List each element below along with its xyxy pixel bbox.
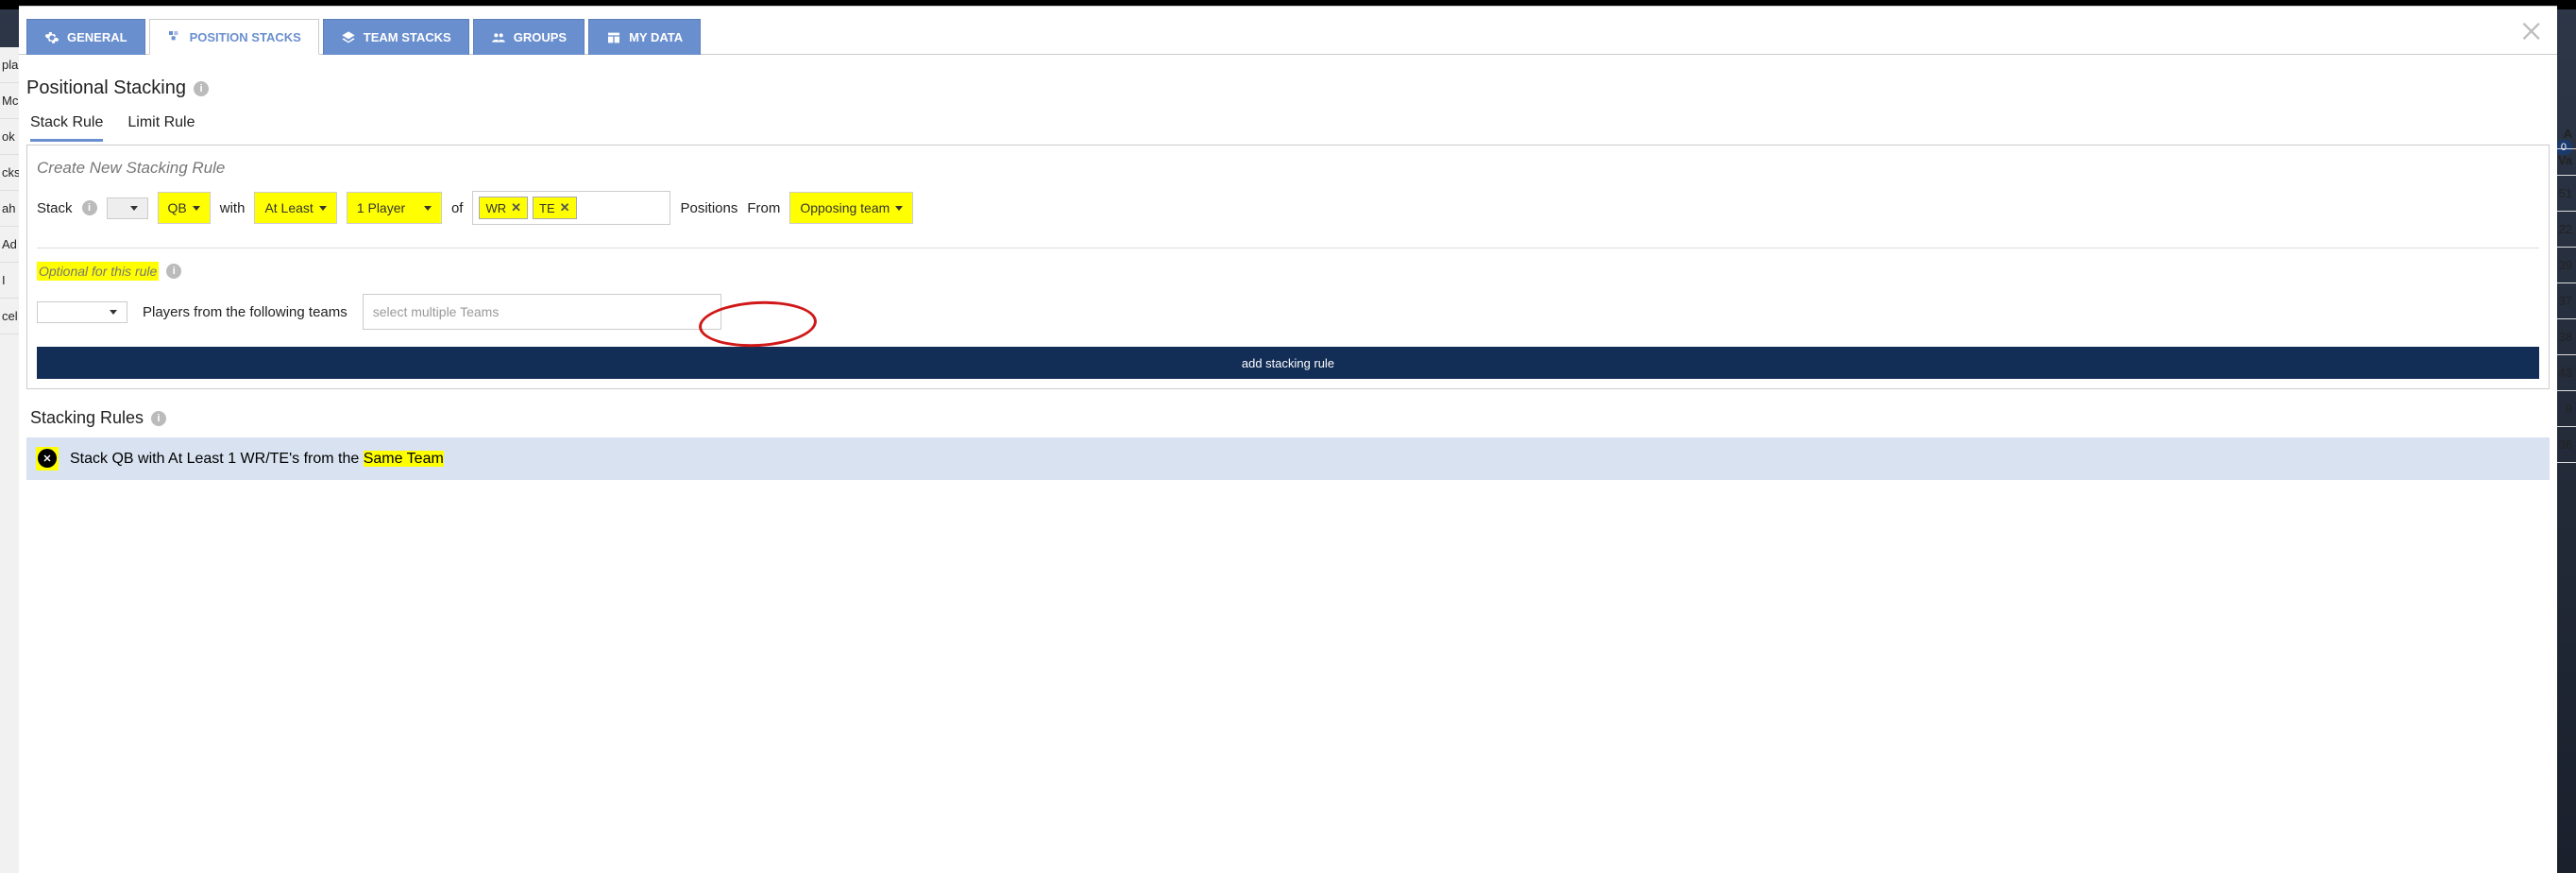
positions-label: Positions xyxy=(680,200,737,216)
rule-row-main: Stack i QB with At Least 1 Player of WR ✕… xyxy=(37,191,2539,242)
teams-mode-dropdown[interactable] xyxy=(37,301,127,323)
delete-rule-button[interactable] xyxy=(38,449,57,468)
atleast-dd-value: At Least xyxy=(264,200,313,215)
count-dropdown[interactable]: 1 Player xyxy=(347,192,442,224)
qb-dd-value: QB xyxy=(168,200,187,215)
gear-icon xyxy=(44,30,59,45)
token-remove-icon[interactable]: ✕ xyxy=(511,200,521,215)
add-btn-label: add stacking rule xyxy=(1242,356,1334,370)
tab-position-stacks[interactable]: POSITION STACKS xyxy=(149,19,319,55)
section-title-text: Positional Stacking xyxy=(26,77,186,99)
tab-label: GENERAL xyxy=(67,30,127,44)
of-label: of xyxy=(451,200,464,216)
info-icon[interactable]: i xyxy=(151,411,166,426)
subtab-limit-rule[interactable]: Limit Rule xyxy=(127,111,195,142)
people-icon xyxy=(491,30,506,45)
qb-dropdown[interactable]: QB xyxy=(158,192,211,224)
position-token-wr: WR ✕ xyxy=(479,197,528,219)
tab-team-stacks[interactable]: TEAM STACKS xyxy=(323,19,469,55)
teams-label: Players from the following teams xyxy=(143,304,347,320)
rule-text-highlight: Same Team xyxy=(364,451,444,467)
teams-row: Players from the following teams select … xyxy=(37,294,2539,347)
info-icon[interactable]: i xyxy=(82,200,97,215)
info-icon[interactable]: i xyxy=(194,81,209,96)
chevron-down-icon xyxy=(193,206,200,211)
existing-rule-item: Stack QB with At Least 1 WR/TE's from th… xyxy=(26,437,2550,480)
token-label: TE xyxy=(539,201,555,215)
rule-text: Stack QB with At Least 1 WR/TE's from th… xyxy=(70,451,444,468)
tab-label: TEAM STACKS xyxy=(364,30,451,44)
rules-title-text: Stacking Rules xyxy=(30,408,144,428)
chevron-down-icon xyxy=(424,206,432,211)
teams-multiselect[interactable]: select multiple Teams xyxy=(363,294,721,330)
chevron-down-icon xyxy=(319,206,327,211)
optional-label: Optional for this rule xyxy=(37,262,159,281)
team-dd-value: Opposing team xyxy=(800,200,890,215)
tab-my-data[interactable]: MY DATA xyxy=(588,19,701,55)
add-stacking-rule-button[interactable]: add stacking rule xyxy=(37,347,2539,379)
with-label: with xyxy=(220,200,246,216)
table-icon xyxy=(606,30,621,45)
rule-item-highlight-wrap xyxy=(36,447,59,471)
stack-primary-dropdown[interactable] xyxy=(107,197,148,219)
optional-row: Optional for this rule i xyxy=(37,262,2539,294)
panel: Positional Stacking i Stack Rule Limit R… xyxy=(19,55,2557,484)
chevron-down-icon xyxy=(130,206,138,211)
subtab-stack-rule[interactable]: Stack Rule xyxy=(30,111,103,142)
chevron-down-icon xyxy=(110,310,117,315)
team-scope-dropdown[interactable]: Opposing team xyxy=(789,192,913,224)
count-dd-value: 1 Player xyxy=(357,200,405,215)
modal: GENERAL POSITION STACKS TEAM STACKS GROU… xyxy=(19,6,2557,873)
tab-general[interactable]: GENERAL xyxy=(26,19,145,55)
section-title: Positional Stacking i xyxy=(23,68,2553,105)
positions-token-input[interactable]: WR ✕ TE ✕ xyxy=(472,191,670,225)
tab-groups[interactable]: GROUPS xyxy=(473,19,585,55)
rules-list-title: Stacking Rules i xyxy=(23,389,2553,437)
atleast-dropdown[interactable]: At Least xyxy=(254,192,336,224)
stacks-icon xyxy=(167,29,182,44)
close-button[interactable] xyxy=(2517,18,2544,44)
tab-label: POSITION STACKS xyxy=(190,30,301,44)
token-label: WR xyxy=(485,201,506,215)
rule-text-prefix: Stack QB with At Least 1 WR/TE's from th… xyxy=(70,451,364,467)
x-circle-icon xyxy=(42,453,53,464)
info-icon[interactable]: i xyxy=(166,264,181,279)
position-token-te: TE ✕ xyxy=(533,197,577,219)
tab-label: GROUPS xyxy=(514,30,567,44)
tab-bar: GENERAL POSITION STACKS TEAM STACKS GROU… xyxy=(19,7,2557,55)
token-remove-icon[interactable]: ✕ xyxy=(560,200,570,215)
subtab-bar: Stack Rule Limit Rule xyxy=(23,105,2553,143)
stack-label: Stack xyxy=(37,200,73,216)
from-label: From xyxy=(747,200,780,216)
close-icon xyxy=(2517,18,2544,44)
layers-icon xyxy=(341,30,356,45)
tab-label: MY DATA xyxy=(629,30,683,44)
create-rule-title: Create New Stacking Rule xyxy=(37,157,2539,191)
create-rule-box: Create New Stacking Rule Stack i QB with… xyxy=(26,145,2550,389)
chevron-down-icon xyxy=(895,206,903,211)
